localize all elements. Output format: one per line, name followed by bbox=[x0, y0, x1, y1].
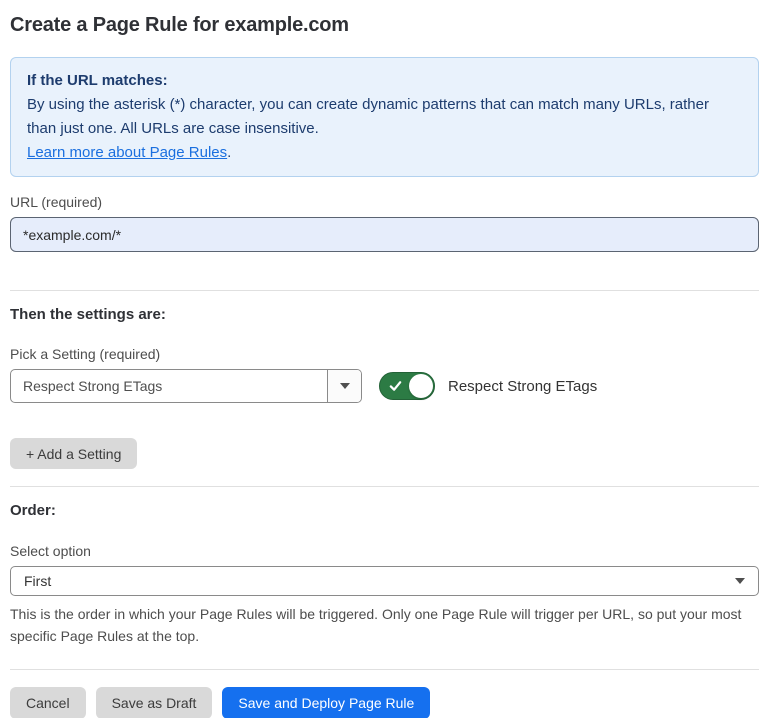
toggle-label: Respect Strong ETags bbox=[448, 378, 597, 395]
url-match-info-box: If the URL matches: By using the asteris… bbox=[10, 57, 759, 177]
info-box-link-line: Learn more about Page Rules. bbox=[27, 141, 742, 165]
toggle-knob bbox=[409, 374, 433, 398]
order-select-value: First bbox=[24, 573, 735, 589]
learn-more-link[interactable]: Learn more about Page Rules bbox=[27, 144, 227, 161]
save-draft-button[interactable]: Save as Draft bbox=[96, 687, 213, 718]
section-divider bbox=[10, 290, 759, 291]
setting-select[interactable]: Respect Strong ETags bbox=[10, 369, 362, 403]
link-suffix: . bbox=[227, 144, 231, 161]
settings-section-heading: Then the settings are: bbox=[10, 306, 759, 323]
page-rule-form: Create a Page Rule for example.com If th… bbox=[0, 0, 769, 718]
save-deploy-button[interactable]: Save and Deploy Page Rule bbox=[222, 687, 430, 718]
url-field-label: URL (required) bbox=[10, 194, 759, 210]
footer-divider bbox=[10, 669, 759, 670]
cancel-button[interactable]: Cancel bbox=[10, 687, 86, 718]
setting-select-arrow-button[interactable] bbox=[327, 370, 361, 402]
add-setting-button[interactable]: + Add a Setting bbox=[10, 438, 137, 469]
page-title: Create a Page Rule for example.com bbox=[10, 14, 759, 37]
setting-toggle[interactable] bbox=[379, 372, 435, 400]
chevron-down-icon bbox=[340, 383, 350, 389]
url-input[interactable] bbox=[10, 217, 759, 252]
order-help-text: This is the order in which your Page Rul… bbox=[10, 603, 759, 647]
info-box-body: By using the asterisk (*) character, you… bbox=[27, 93, 742, 141]
setting-select-value: Respect Strong ETags bbox=[11, 370, 327, 402]
order-select-label: Select option bbox=[10, 543, 759, 559]
pick-setting-label: Pick a Setting (required) bbox=[10, 346, 759, 362]
check-icon bbox=[389, 380, 402, 393]
section-divider bbox=[10, 486, 759, 487]
info-box-heading: If the URL matches: bbox=[27, 69, 742, 93]
footer-actions: Cancel Save as Draft Save and Deploy Pag… bbox=[10, 687, 759, 718]
chevron-down-icon bbox=[735, 578, 745, 584]
order-select[interactable]: First bbox=[10, 566, 759, 596]
order-section-heading: Order: bbox=[10, 502, 759, 519]
setting-row: Respect Strong ETags Respect Strong ETag… bbox=[10, 369, 759, 403]
